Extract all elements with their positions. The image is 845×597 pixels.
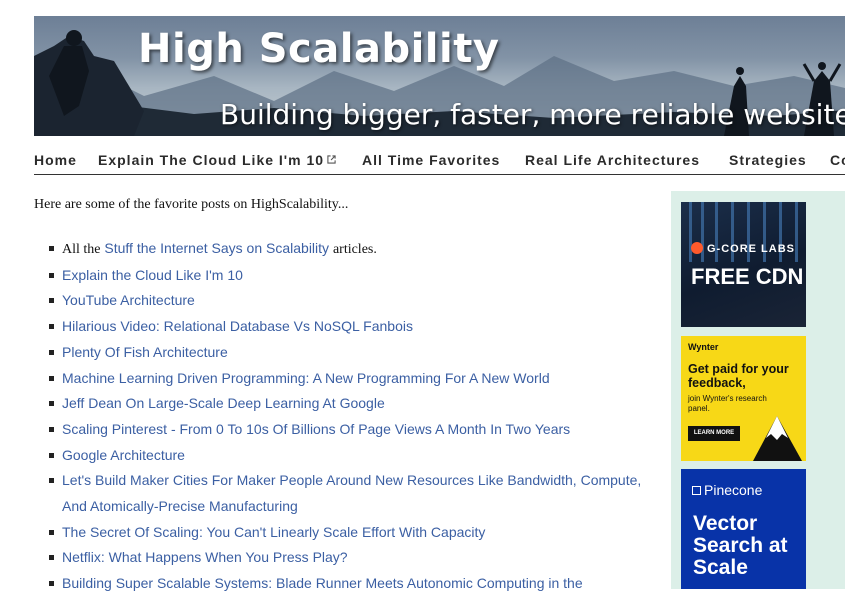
list-item: The Secret Of Scaling: You Can't Linearl… <box>49 520 654 546</box>
list-item-link[interactable]: Jeff Dean On Large-Scale Deep Learning A… <box>62 395 385 411</box>
list-item: Scaling Pinterest - From 0 To 10s Of Bil… <box>49 417 654 443</box>
list-item: Explain the Cloud Like I'm 10 <box>49 263 654 289</box>
nav-more[interactable]: Co <box>830 152 845 168</box>
list-item-link[interactable]: Hilarious Video: Relational Database Vs … <box>62 318 413 334</box>
list-item: Building Super Scalable Systems: Blade R… <box>49 571 654 597</box>
ad-wynter-brand: Wynter <box>688 342 719 352</box>
site-tagline: Building bigger, faster, more reliable w… <box>220 98 845 131</box>
list-item-suffix: articles. <box>332 242 377 257</box>
favorites-list: All the Stuff the Internet Says on Scala… <box>49 236 654 597</box>
ad-wynter-subtext: join Wynter's research panel. <box>688 394 767 413</box>
external-link-icon <box>327 155 336 164</box>
list-item-link[interactable]: Netflix: What Happens When You Press Pla… <box>62 549 348 565</box>
nav-explain-cloud-label: Explain The Cloud Like I'm 10 <box>98 152 325 168</box>
list-item-link[interactable]: Google Architecture <box>62 447 185 463</box>
list-item: Netflix: What Happens When You Press Pla… <box>49 545 654 571</box>
ad-gcore-headline: FREE CDN <box>691 264 804 289</box>
nav-explain-cloud[interactable]: Explain The Cloud Like I'm 10 <box>98 152 336 168</box>
nav-strategies[interactable]: Strategies <box>729 152 807 168</box>
site-banner[interactable]: High Scalability Building bigger, faster… <box>34 16 845 136</box>
ad-pinecone-brand-text: Pinecone <box>704 482 763 498</box>
main-navigation: Home Explain The Cloud Like I'm 10 All T… <box>34 146 845 175</box>
ad-gcore-brand-text: G-CORE LABS <box>707 243 795 255</box>
list-item-link[interactable]: YouTube Architecture <box>62 292 195 308</box>
nav-home[interactable]: Home <box>34 152 77 168</box>
site-title[interactable]: High Scalability <box>138 26 499 72</box>
intro-text: Here are some of the favorite posts on H… <box>34 197 349 212</box>
list-item: Jeff Dean On Large-Scale Deep Learning A… <box>49 391 654 417</box>
list-item: Machine Learning Driven Programming: A N… <box>49 366 654 392</box>
nav-all-time-favorites[interactable]: All Time Favorites <box>362 152 500 168</box>
list-item-link[interactable]: Scaling Pinterest - From 0 To 10s Of Bil… <box>62 421 570 437</box>
list-item-link[interactable]: Explain the Cloud Like I'm 10 <box>62 267 243 283</box>
list-item: All the Stuff the Internet Says on Scala… <box>49 236 654 263</box>
list-item-link[interactable]: Plenty Of Fish Architecture <box>62 344 228 360</box>
ad-gcore-brand: G-CORE LABS <box>691 242 795 255</box>
ad-pinecone[interactable]: Pinecone Vector Search at Scale <box>681 469 806 589</box>
list-item-link[interactable]: Let's Build Maker Cities For Maker Peopl… <box>62 472 641 514</box>
ad-wynter[interactable]: Wynter Get paid for your feedback, join … <box>681 336 806 461</box>
nav-real-life-architectures[interactable]: Real Life Architectures <box>525 152 700 168</box>
pinecone-cube-icon <box>692 486 701 495</box>
ad-pinecone-brand: Pinecone <box>692 482 762 498</box>
list-item: Hilarious Video: Relational Database Vs … <box>49 314 654 340</box>
ad-pinecone-headline: Vector Search at Scale <box>693 512 788 579</box>
list-item-prefix: All the <box>62 242 101 257</box>
ad-wynter-headline: Get paid for your feedback, <box>688 362 789 390</box>
ad-wynter-learn-more-button[interactable]: LEARN MORE <box>688 426 740 441</box>
list-item-link[interactable]: Machine Learning Driven Programming: A N… <box>62 370 550 386</box>
list-item: Plenty Of Fish Architecture <box>49 340 654 366</box>
list-item-link[interactable]: The Secret Of Scaling: You Can't Linearl… <box>62 524 485 540</box>
mountain-icon <box>753 416 802 461</box>
list-item: Let's Build Maker Cities For Maker Peopl… <box>49 468 654 519</box>
list-item-link[interactable]: Stuff the Internet Says on Scalability <box>104 240 329 256</box>
g-logo-icon <box>691 242 703 254</box>
ad-gcore-free-cdn[interactable]: G-CORE LABS FREE CDN <box>681 202 806 327</box>
list-item: YouTube Architecture <box>49 288 654 314</box>
list-item: Google Architecture <box>49 443 654 469</box>
